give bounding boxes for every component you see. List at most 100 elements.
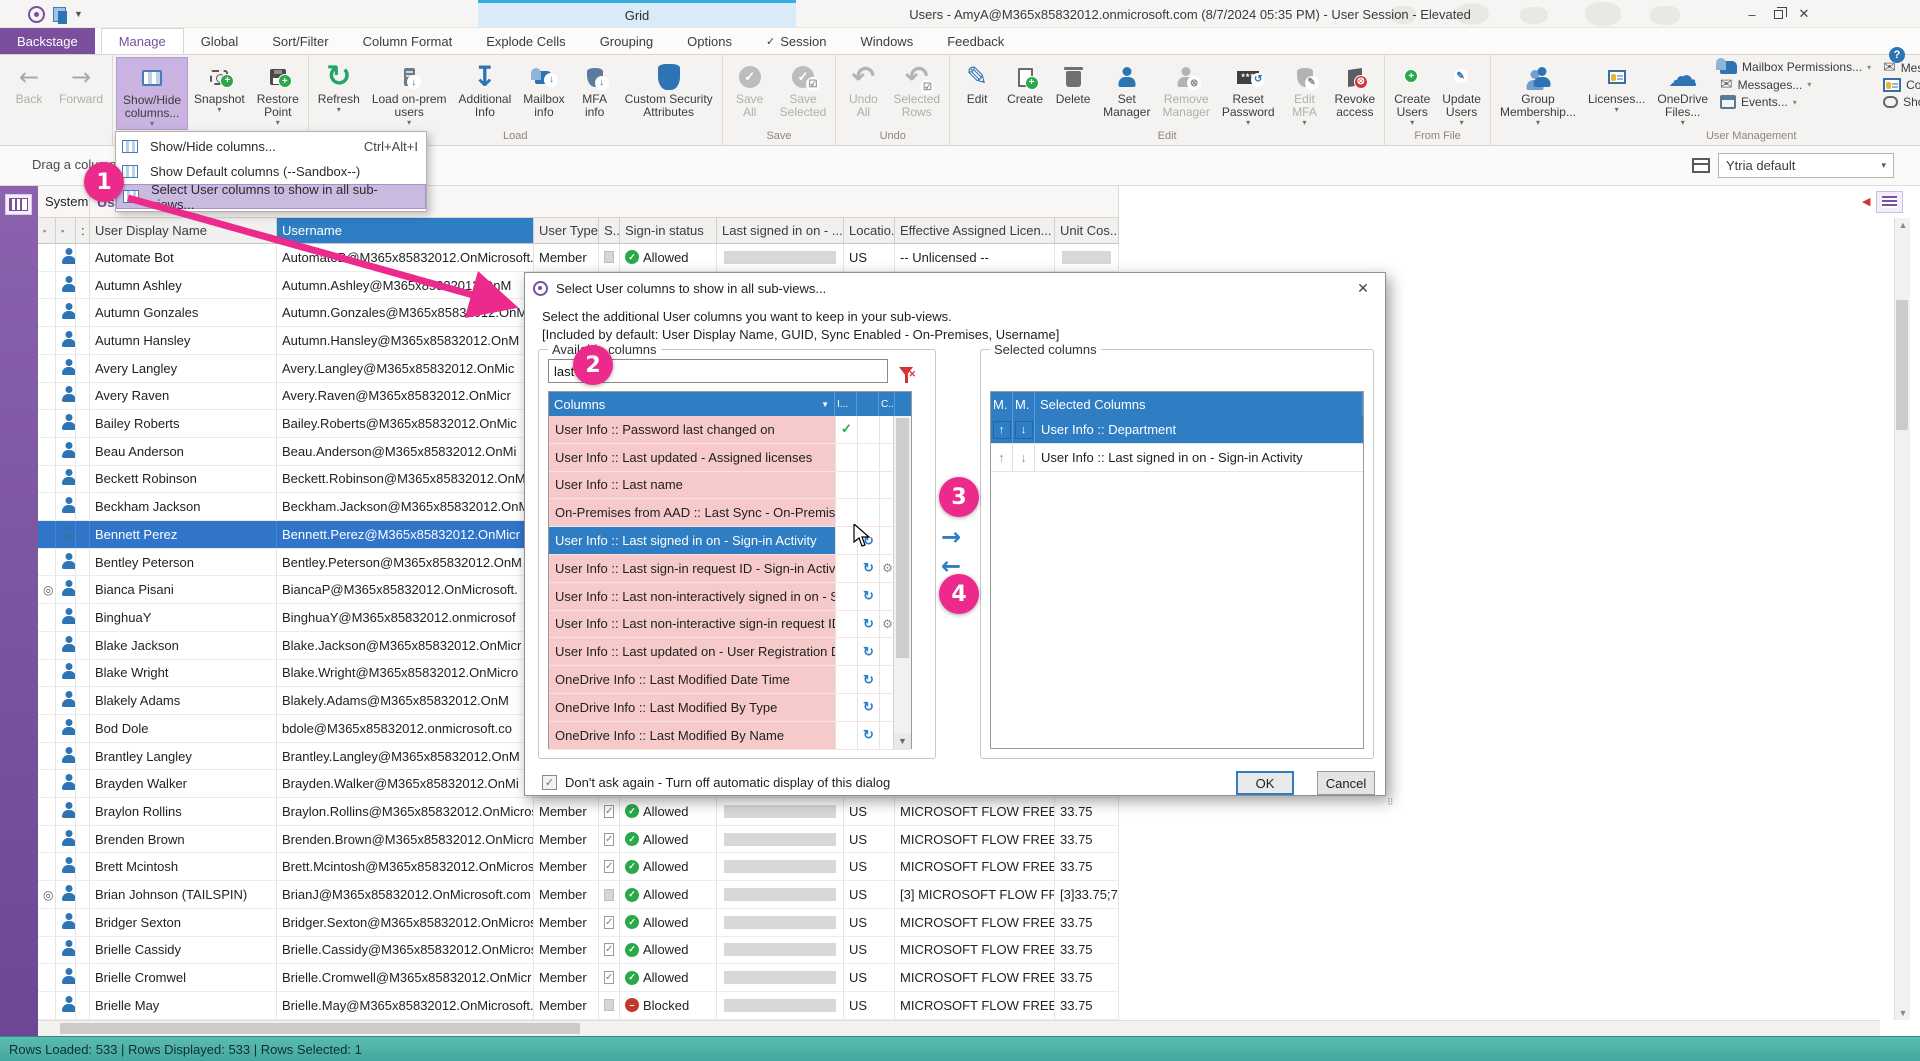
show-chats-button[interactable]: Show Chats...▾: [1883, 95, 1920, 109]
ok-button[interactable]: OK: [1236, 771, 1294, 795]
table-row[interactable]: Brett McintoshBrett.Mcintosh@M365x858320…: [38, 853, 1119, 881]
move-column-header-2[interactable]: M.: [1013, 392, 1035, 416]
move-down-button[interactable]: ↓: [1020, 450, 1027, 465]
scroll-up-icon[interactable]: ▲: [1895, 220, 1911, 230]
show-hide-columns-button[interactable]: Show/Hide columns...▾: [116, 57, 188, 130]
forward-button[interactable]: →Forward: [53, 57, 109, 130]
restore-button[interactable]: [1765, 5, 1791, 23]
load-on-prem-users-button[interactable]: ↓Load on-prem users▾: [366, 57, 453, 130]
column-header-m[interactable]: :: [76, 218, 90, 243]
move-down-button[interactable]: ↓: [1015, 421, 1033, 439]
mfa-info-button[interactable]: ↓MFA info: [571, 57, 619, 130]
message-rules-button[interactable]: ✉Message Rules...▾: [1883, 60, 1920, 75]
column-header-p[interactable]: ▪: [56, 218, 76, 243]
move-right-button[interactable]: →: [941, 525, 961, 549]
move-up-button[interactable]: ↑: [993, 421, 1011, 439]
row-checkbox[interactable]: ✓: [604, 943, 614, 956]
table-row[interactable]: Brenden BrownBrenden.Brown@M365x85832012…: [38, 826, 1119, 854]
left-sidebar[interactable]: [0, 186, 38, 1036]
help-icon[interactable]: ?: [1889, 47, 1905, 63]
tab-explode-cells[interactable]: Explode Cells: [469, 28, 583, 54]
table-row[interactable]: Brielle CromwelBrielle.Cromwell@M365x858…: [38, 964, 1119, 992]
available-column-row[interactable]: User Info :: Last updated on - User Regi…: [549, 638, 911, 666]
available-scroll-thumb[interactable]: [896, 418, 909, 658]
tab-column-format[interactable]: Column Format: [346, 28, 470, 54]
available-list-scrollbar[interactable]: ▼: [893, 416, 911, 749]
table-row[interactable]: Brielle CassidyBrielle.Cassidy@M365x8583…: [38, 937, 1119, 965]
scroll-down-icon[interactable]: ▼: [894, 733, 911, 749]
column-header-sign[interactable]: Sign-in status: [620, 218, 717, 243]
cancel-button[interactable]: Cancel: [1317, 771, 1375, 795]
scroll-down-icon[interactable]: ▼: [1895, 1008, 1911, 1018]
mailbox-permissions-button[interactable]: Mailbox Permissions...▾: [1720, 60, 1871, 74]
profile-select[interactable]: Ytria default ▾: [1718, 153, 1894, 178]
column-header-type[interactable]: User Type: [534, 218, 599, 243]
move-up-button[interactable]: ↑: [998, 450, 1005, 465]
tab-feedback[interactable]: Feedback: [930, 28, 1021, 54]
messages-button[interactable]: ✉Messages...▾: [1720, 77, 1871, 92]
licenses-button[interactable]: Licenses...▾: [1582, 57, 1651, 130]
menu-item-2[interactable]: Show Default columns (--Sandbox--): [116, 159, 426, 184]
snapshot-button[interactable]: +Snapshot▾: [188, 57, 251, 130]
icon-column-header-2[interactable]: [857, 392, 879, 416]
row-checkbox[interactable]: ✓: [604, 916, 614, 929]
available-column-row[interactable]: User Info :: Password last changed on✓: [549, 416, 911, 444]
revoke-access-button[interactable]: ⊗Revoke access: [1329, 57, 1382, 130]
clear-filter-button[interactable]: ✕: [893, 359, 919, 383]
row-checkbox[interactable]: ✓: [604, 833, 614, 846]
column-header-w[interactable]: ▪: [38, 218, 56, 243]
quick-access-caret-icon[interactable]: ▼: [74, 9, 83, 19]
row-checkbox[interactable]: ✓: [604, 971, 614, 984]
tab-manage[interactable]: Manage: [101, 28, 184, 54]
group-membership-button[interactable]: Group Membership...▾: [1494, 57, 1582, 130]
menu-item-1[interactable]: Show/Hide columns...Ctrl+Alt+I: [116, 134, 426, 159]
available-column-row[interactable]: User Info :: Last signed in on - Sign-in…: [549, 527, 911, 555]
icon-column-header-1[interactable]: I...: [835, 392, 857, 416]
table-row[interactable]: Brielle MayBrielle.May@M365x85832012.OnM…: [38, 992, 1119, 1020]
table-row[interactable]: Braylon RollinsBraylon.Rollins@M365x8583…: [38, 798, 1119, 826]
tab-options[interactable]: Options: [670, 28, 749, 54]
refresh-button[interactable]: ↻Refresh▾: [312, 57, 366, 130]
tab-backstage[interactable]: Backstage: [0, 28, 95, 54]
grid-context-tab[interactable]: Grid: [478, 0, 796, 28]
create-users-button[interactable]: +Create Users▾: [1388, 57, 1436, 130]
band-system[interactable]: System: [38, 186, 90, 217]
selected-rows-button[interactable]: ↶☑Selected Rows: [887, 57, 946, 130]
row-checkbox[interactable]: ✓: [604, 805, 614, 818]
column-header-lic[interactable]: Effective Assigned Licen...: [895, 218, 1055, 243]
column-header-s[interactable]: S...: [599, 218, 620, 243]
selected-columns-header[interactable]: Selected Columns: [1035, 392, 1363, 416]
undo-all-button[interactable]: ↶Undo All: [839, 57, 887, 130]
available-column-row[interactable]: User Info :: Last non-interactively sign…: [549, 583, 911, 611]
tab-grouping[interactable]: Grouping: [583, 28, 670, 54]
events-button[interactable]: Events...▾: [1720, 95, 1871, 109]
horizontal-scroll-thumb[interactable]: [60, 1023, 580, 1034]
selected-column-row[interactable]: ↑↓User Info :: Department: [991, 416, 1363, 444]
back-button[interactable]: ←Back: [5, 57, 53, 130]
icon-column-header-3[interactable]: C...: [879, 392, 895, 416]
grid-edit-icon[interactable]: [5, 194, 32, 215]
table-row[interactable]: Automate BotAutomateB@M365x85832012.OnMi…: [38, 244, 1119, 272]
available-column-row[interactable]: OneDrive Info :: Last Modified By Type↻: [549, 694, 911, 722]
right-panel-icon[interactable]: [1876, 191, 1903, 213]
minimize-button[interactable]: –: [1739, 5, 1765, 23]
additional-info-button[interactable]: ↧Additional Info: [453, 57, 518, 130]
column-header-user[interactable]: Username: [277, 218, 534, 243]
column-header-loc[interactable]: Locatio...: [844, 218, 895, 243]
tab-windows[interactable]: Windows: [843, 28, 930, 54]
available-column-row[interactable]: User Info :: Last non-interactive sign-i…: [549, 611, 911, 639]
column-header-cost[interactable]: Unit Cos...: [1055, 218, 1119, 243]
row-checkbox[interactable]: ✓: [604, 860, 614, 873]
tab-global[interactable]: Global: [184, 28, 256, 54]
remove-manager-button[interactable]: ⊗Remove Manager: [1156, 57, 1215, 130]
tab-sort-filter[interactable]: Sort/Filter: [255, 28, 345, 54]
contacts-button[interactable]: Contacts...▾: [1883, 78, 1920, 92]
dialog-close-button[interactable]: ✕: [1349, 277, 1377, 299]
menu-item-3[interactable]: Select User columns to show in all sub-v…: [116, 184, 426, 209]
columns-header[interactable]: Columns▼: [549, 392, 835, 416]
save-all-button[interactable]: ✓Save All: [726, 57, 774, 130]
delete-button[interactable]: Delete: [1049, 57, 1097, 130]
dont-ask-again-checkbox[interactable]: ✓: [542, 775, 557, 790]
table-row[interactable]: Bridger SextonBridger.Sexton@M365x858320…: [38, 909, 1119, 937]
table-row[interactable]: ◎Brian Johnson (TAILSPIN)BrianJ@M365x858…: [38, 881, 1119, 909]
